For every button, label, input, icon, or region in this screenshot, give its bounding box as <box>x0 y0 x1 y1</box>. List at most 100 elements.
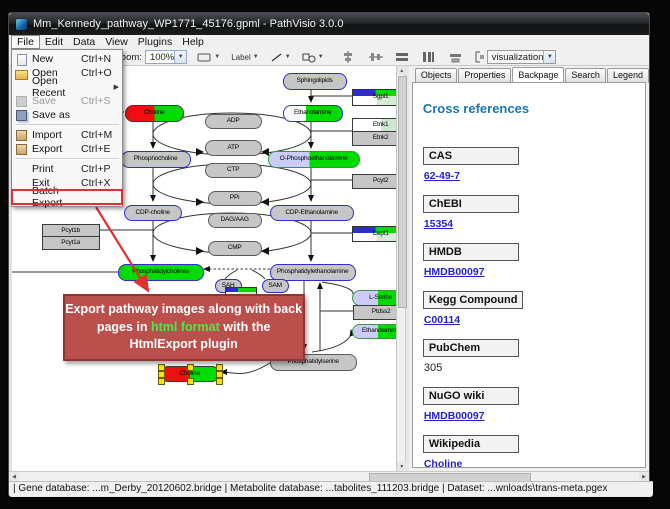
menu-item-shortcut: Ctrl+N <box>81 53 119 65</box>
shape-tool-button[interactable]: ▼ <box>301 51 325 64</box>
file-menu-item-batch-export[interactable]: Batch Export <box>12 190 122 204</box>
node-ppi[interactable]: PPi <box>208 191 262 206</box>
node-pcyt1a[interactable]: Pcyt1a <box>42 236 100 250</box>
tab-backpage[interactable]: Backpage <box>512 67 564 82</box>
datanode-tool-button[interactable]: ▼ <box>196 51 221 64</box>
align-center-vertical-button[interactable] <box>368 51 384 64</box>
common-width-button[interactable] <box>448 51 463 64</box>
node-label: ATP <box>227 145 239 152</box>
scroll-left-icon[interactable]: ◀ <box>9 472 19 481</box>
tab-objects[interactable]: Objects <box>415 68 458 83</box>
node-phosphocholine[interactable]: Phosphocholine <box>121 151 191 168</box>
common-height-button[interactable] <box>473 51 487 64</box>
selection-handle[interactable] <box>216 371 223 378</box>
tab-properties[interactable]: Properties <box>458 68 511 83</box>
menu-plugins[interactable]: Plugins <box>133 36 177 49</box>
save-as-icon <box>16 110 27 121</box>
node-label: CTP <box>227 167 239 174</box>
file-menu-item-open-recent[interactable]: Open Recent▶ <box>12 80 122 94</box>
menu-data[interactable]: Data <box>68 36 100 49</box>
node-sphingolipids[interactable]: Sphingolipids <box>283 73 347 90</box>
chevron-down-icon[interactable]: ▼ <box>174 51 186 63</box>
node-ctp[interactable]: CTP <box>205 163 262 178</box>
canvas-vertical-scrollbar[interactable]: ▲ ▼ <box>396 66 405 471</box>
xref-link[interactable]: C00114 <box>424 314 460 326</box>
file-menu-item-save-as[interactable]: Save as <box>12 108 122 122</box>
chevron-down-icon[interactable]: ▼ <box>214 54 220 60</box>
scroll-down-icon[interactable]: ▼ <box>397 462 406 471</box>
node-label: Choline <box>179 371 200 378</box>
xref-section-nugo-wiki: NuGO wikiHMDB00097 <box>423 386 635 422</box>
node-pcyt2[interactable]: Pcyt2 <box>352 174 397 189</box>
node-l-serine[interactable]: L-Serine <box>352 290 397 306</box>
xref-link[interactable]: HMDB00097 <box>424 410 485 422</box>
file-menu-item-new[interactable]: NewCtrl+N <box>12 52 122 66</box>
node-adp[interactable]: ADP <box>205 114 262 129</box>
selection-handle[interactable] <box>187 378 194 385</box>
scroll-right-icon[interactable]: ▶ <box>639 472 649 481</box>
status-bar: | Gene database: ...m_Derby_20120602.bri… <box>9 481 653 497</box>
menu-edit[interactable]: Edit <box>40 36 68 49</box>
selection-handle[interactable] <box>216 364 223 371</box>
node-label: CMP <box>228 245 242 252</box>
align-center-horizontal-button[interactable] <box>341 51 356 64</box>
menu-view[interactable]: View <box>100 36 133 49</box>
node-sam[interactable]: SAM <box>262 279 289 293</box>
node-cept1[interactable]: Cept1 <box>352 226 397 242</box>
node-label: Ptdss2 <box>372 309 391 316</box>
menu-item-label: Batch Export <box>32 185 81 209</box>
node-choline-bottom[interactable]: Choline <box>160 366 220 382</box>
file-menu: NewCtrl+NOpenCtrl+OOpen Recent▶SaveCtrl+… <box>11 49 123 207</box>
scroll-up-icon[interactable]: ▲ <box>397 66 406 75</box>
visualization-combobox[interactable]: visualization ▼ <box>487 50 557 64</box>
xref-link[interactable]: Choline <box>424 458 463 468</box>
node-dag-aag[interactable]: DAG/AAG <box>208 213 262 228</box>
node-o-phosphoethanolamine[interactable]: O-Phosphoethanolamine <box>268 151 360 168</box>
node-cmp[interactable]: CMP <box>208 241 262 256</box>
vertical-scroll-thumb[interactable] <box>398 76 407 308</box>
node-ethanolamine-bottom[interactable]: Ethanolamine <box>352 324 397 339</box>
xref-link[interactable]: 15354 <box>424 218 453 230</box>
selection-handle[interactable] <box>158 378 165 385</box>
node-cdp-choline[interactable]: CDP-choline <box>124 205 182 221</box>
app-icon <box>16 19 27 30</box>
distribute-horizontal-button[interactable] <box>394 51 410 64</box>
node-phosphatidylcholines[interactable]: Phosphatidylcholines <box>118 264 204 281</box>
menu-help[interactable]: Help <box>177 36 209 49</box>
file-menu-item-import[interactable]: ImportCtrl+M <box>12 128 122 142</box>
selection-handle[interactable] <box>158 371 165 378</box>
xref-section-cas: CAS62-49-7 <box>423 146 635 182</box>
file-menu-item-print[interactable]: PrintCtrl+P <box>12 162 122 176</box>
zoom-combobox[interactable]: 100% ▼ <box>145 50 187 64</box>
chevron-down-icon[interactable]: ▼ <box>285 54 291 60</box>
node-label: Sphingolipids <box>297 78 333 85</box>
node-cdp-ethanolamine[interactable]: CDP-Ethanolamine <box>270 205 354 221</box>
chevron-down-icon[interactable]: ▼ <box>318 54 324 60</box>
chevron-down-icon[interactable]: ▼ <box>543 51 555 63</box>
selection-handle[interactable] <box>216 378 223 385</box>
node-label: ADP <box>227 118 240 125</box>
node-ethanolamine-top[interactable]: Ethanolamine <box>283 105 343 122</box>
xref-section-pubchem: PubChem305 <box>423 338 635 374</box>
tab-search[interactable]: Search <box>565 68 606 83</box>
common-width-icon <box>449 51 462 63</box>
xref-link[interactable]: HMDB00097 <box>424 266 485 278</box>
menu-file[interactable]: File <box>11 35 40 49</box>
chevron-down-icon[interactable]: ▼ <box>253 54 259 60</box>
xref-section-kegg-compound: Kegg CompoundC00114 <box>423 290 635 326</box>
selection-handle[interactable] <box>187 364 194 371</box>
tab-legend[interactable]: Legend <box>607 68 649 83</box>
selection-handle[interactable] <box>158 364 165 371</box>
line-tool-button[interactable]: ▼ <box>269 51 292 64</box>
node-ptdss2[interactable]: Ptdss2 <box>353 305 397 320</box>
file-menu-item-export[interactable]: ExportCtrl+E <box>12 142 122 156</box>
node-choline-top[interactable]: Choline <box>125 105 184 122</box>
node-sgpl1[interactable]: Sgpl1 <box>352 89 397 106</box>
node-atp[interactable]: ATP <box>205 140 262 156</box>
label-tool-button[interactable]: Label ▼ <box>230 51 260 64</box>
xref-section-chebi: ChEBI15354 <box>423 194 635 230</box>
menu-item-shortcut: Ctrl+X <box>81 177 119 189</box>
xref-link[interactable]: 62-49-7 <box>424 170 460 182</box>
node-etnk2[interactable]: Etnk2 <box>352 131 397 146</box>
distribute-vertical-button[interactable] <box>420 51 436 64</box>
